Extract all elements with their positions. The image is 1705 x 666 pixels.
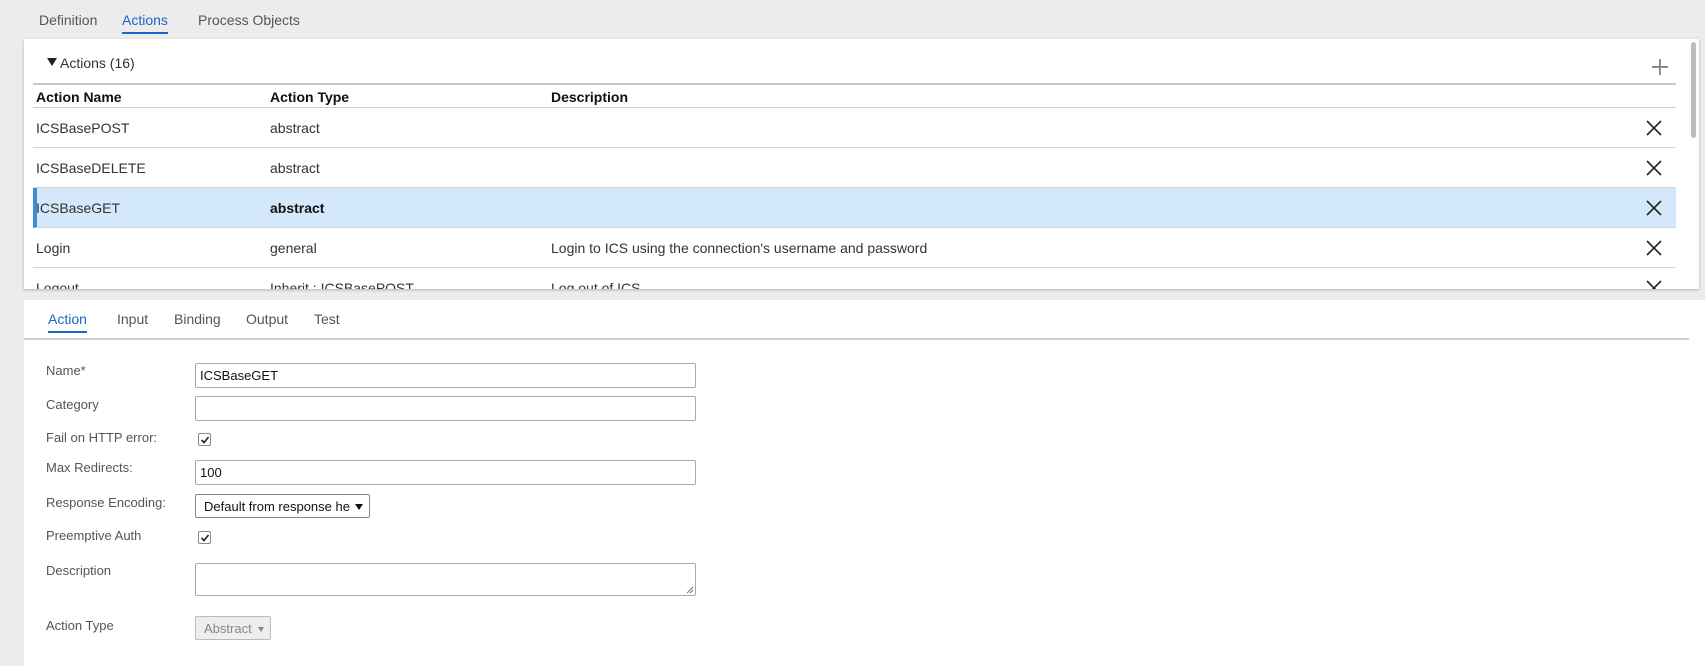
category-label: Category [46,397,99,412]
response-encoding-select[interactable]: Default from response he [195,494,370,518]
max-redirects-input[interactable] [195,460,696,485]
resize-grip-icon[interactable] [686,586,694,594]
preemptive-auth-checkbox[interactable] [198,531,211,544]
table-row[interactable]: ICSBasePOST abstract [33,108,1676,148]
tab-definition[interactable]: Definition [39,12,97,32]
close-icon[interactable] [1645,119,1663,137]
cell-description: Login to ICS using the connection's user… [551,240,928,256]
action-type-value: Abstract [204,621,252,636]
tab-test[interactable]: Test [314,311,340,331]
action-detail-panel: Action Input Binding Output Test Name* C… [24,300,1705,666]
tab-actions[interactable]: Actions [122,12,168,34]
top-tab-bar: Definition Actions Process Objects [0,0,1705,39]
max-redirects-label: Max Redirects: [46,460,133,475]
description-label: Description [46,563,112,578]
category-input[interactable] [195,396,696,421]
tab-binding[interactable]: Binding [174,311,221,331]
close-icon[interactable] [1645,239,1663,257]
actions-panel: Actions (16) Action Name Action Type Des… [24,39,1699,289]
table-row[interactable]: ICSBaseDELETE abstract [33,148,1676,188]
triangle-down-icon[interactable] [47,58,57,66]
cell-action-name: Login [36,240,71,256]
fail-on-http-error-label: Fail on HTTP error: [46,430,158,445]
name-label: Name* [46,363,86,378]
checkmark-icon [200,436,210,444]
close-icon[interactable] [1645,159,1663,177]
table-row[interactable]: Login general Login to ICS using the con… [33,228,1676,268]
fail-on-http-error-checkbox[interactable] [198,433,211,446]
action-type-label: Action Type [46,618,114,633]
detail-tab-bar: Action Input Binding Output Test [24,300,1689,340]
chevron-down-icon [355,504,363,510]
response-encoding-value: Default from response he [204,499,350,514]
checkmark-icon [200,534,210,542]
description-textarea[interactable] [195,563,696,596]
cell-action-type: Inherit : ICSBasePOST [270,280,414,289]
response-encoding-label: Response Encoding: [46,495,166,510]
cell-action-type: abstract [270,120,320,136]
table-row[interactable]: Logout Inherit : ICSBasePOST Log out of … [33,268,1676,289]
cell-action-name: ICSBasePOST [36,120,130,136]
cell-action-name: ICSBaseGET [36,200,121,216]
actions-scrollbar[interactable] [1690,40,1698,286]
action-type-select: Abstract [195,616,271,640]
chevron-down-icon [258,627,264,632]
cell-action-type: abstract [270,160,320,176]
cell-action-name: ICSBaseDELETE [36,160,146,176]
tab-action[interactable]: Action [48,311,87,333]
column-header-action-name: Action Name [36,89,122,105]
preemptive-auth-label: Preemptive Auth [46,528,142,543]
close-icon[interactable] [1645,279,1663,289]
cell-description: Log out of ICS [551,280,641,289]
cell-action-type: general [270,240,317,256]
tab-process-objects[interactable]: Process Objects [198,12,300,32]
tab-input[interactable]: Input [117,311,148,331]
cell-action-name: Logout [36,280,79,289]
actions-panel-title: Actions (16) [60,55,135,71]
plus-icon[interactable] [1650,57,1670,77]
scrollbar-thumb[interactable] [1691,42,1696,138]
tab-output[interactable]: Output [246,311,288,331]
name-input[interactable] [195,363,696,388]
column-header-description: Description [551,89,629,105]
actions-panel-header: Actions (16) [24,39,1699,83]
cell-action-type: abstract [270,200,325,216]
actions-table: Action Name Action Type Description ICSB… [33,83,1676,289]
column-header-action-type: Action Type [270,89,350,105]
table-header: Action Name Action Type Description [33,83,1676,108]
table-row-selected[interactable]: ICSBaseGET abstract [33,188,1676,228]
close-icon[interactable] [1645,199,1663,217]
